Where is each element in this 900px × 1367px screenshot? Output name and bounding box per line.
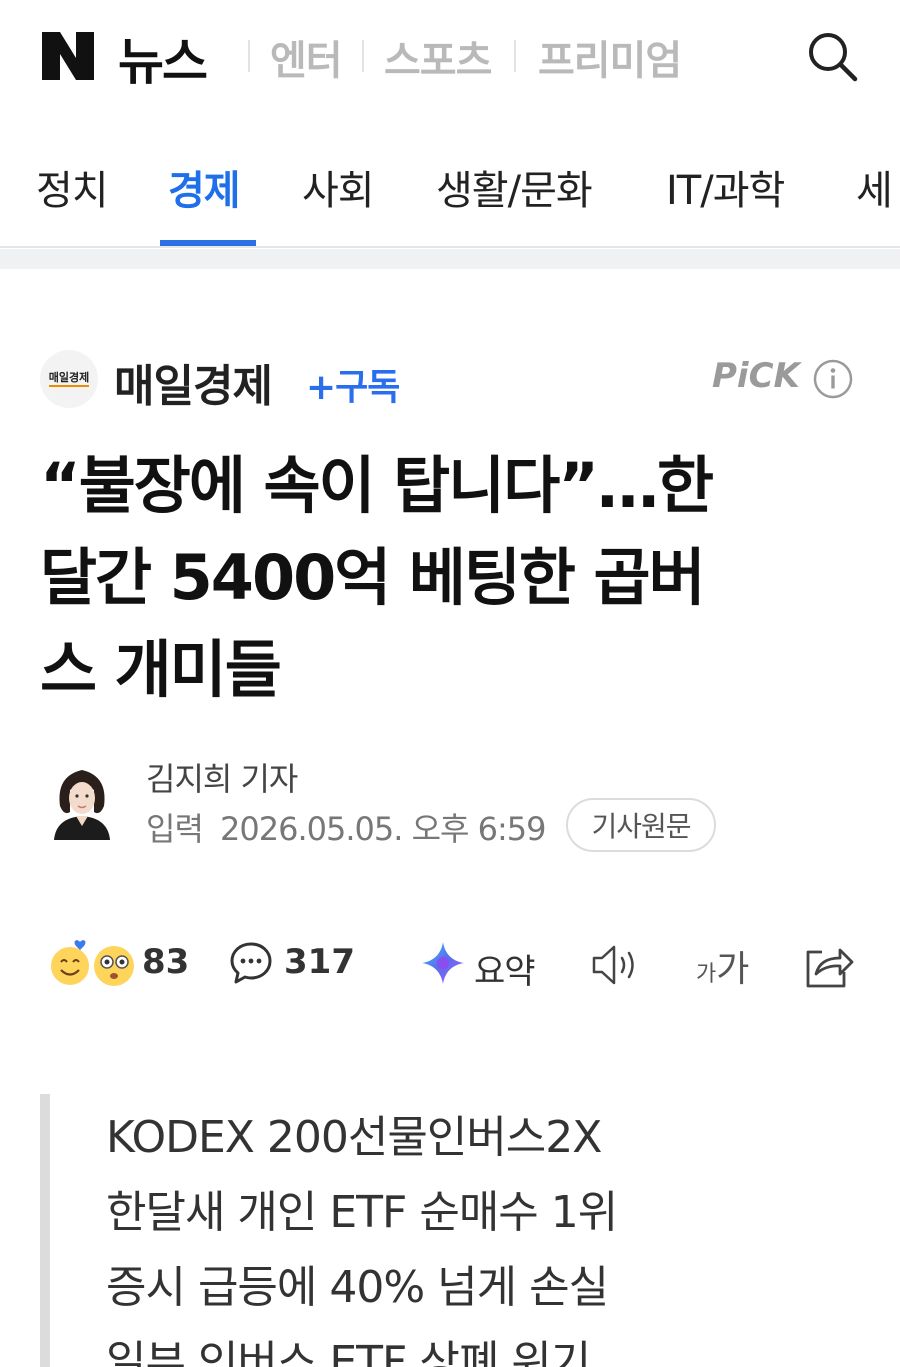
share-icon[interactable] <box>802 940 854 992</box>
section-divider <box>0 249 900 269</box>
summary-line: 증시 급등에 40% 넘게 손실 <box>106 1262 609 1313</box>
font-size-small-label: 가 <box>696 962 717 987</box>
category-nav: 정치 경제 사회 생활/문화 IT/과학 세 <box>0 140 900 248</box>
summary-quote-bar <box>40 1094 50 1367</box>
headline-line: 달간 5400억 베팅한 곱버 <box>40 541 706 614</box>
pick-badge: PiCK <box>712 356 800 396</box>
summary-line: 일부 인버스 ETF 상폐 위기 <box>106 1337 591 1367</box>
article-summary: KODEX 200선물인버스2X 한달새 개인 ETF 순매수 1위 증시 급등… <box>106 1100 866 1367</box>
speaker-icon[interactable] <box>588 940 644 990</box>
tab-economy[interactable]: 경제 <box>168 158 241 216</box>
naver-n-logo[interactable] <box>40 28 96 84</box>
article-headline: “불장에 속이 탑니다”…한 달간 5400억 베팅한 곱버 스 개미들 <box>40 440 870 716</box>
top-header: 뉴스 엔터 스포츠 프리미엄 <box>0 0 900 112</box>
tab-politics[interactable]: 정치 <box>36 158 109 216</box>
section-link-premium[interactable]: 프리미엄 <box>538 28 682 86</box>
press-logo[interactable]: 매일경제 <box>40 350 98 408</box>
comment-icon[interactable] <box>228 940 274 986</box>
headline-line: “불장에 속이 탑니다”…한 <box>40 449 714 522</box>
reaction-count: 83 <box>142 942 190 982</box>
summary-line: 한달새 개인 ETF 순매수 1위 <box>106 1187 618 1238</box>
subscribe-button[interactable]: +구독 <box>306 358 400 410</box>
reaction-emoji-icon[interactable] <box>46 938 138 992</box>
font-size-button[interactable]: 가가 <box>696 940 749 992</box>
reporter-name[interactable]: 김지희 기자 <box>146 754 298 800</box>
tab-world[interactable]: 세 <box>856 158 893 216</box>
sparkle-icon[interactable] <box>420 940 466 986</box>
divider <box>514 40 516 72</box>
publish-date: 2026.05.05. 오후 6:59 <box>220 810 546 848</box>
news-brand[interactable]: 뉴스 <box>118 22 208 94</box>
tab-it-science[interactable]: IT/과학 <box>666 158 785 216</box>
comment-count[interactable]: 317 <box>284 942 355 982</box>
reporter-avatar[interactable] <box>48 760 116 840</box>
font-size-big-label: 가 <box>716 949 750 990</box>
active-tab-indicator <box>160 240 256 246</box>
tab-society[interactable]: 사회 <box>302 158 375 216</box>
divider <box>362 40 364 72</box>
section-link-sports[interactable]: 스포츠 <box>384 28 492 86</box>
section-link-enter[interactable]: 엔터 <box>270 28 343 86</box>
press-logo-text: 매일경제 <box>48 371 90 387</box>
press-name[interactable]: 매일경제 <box>114 350 273 414</box>
info-icon[interactable] <box>812 358 854 400</box>
summary-line: KODEX 200선물인버스2X <box>106 1112 602 1163</box>
summary-button-label[interactable]: 요약 <box>474 944 536 993</box>
date-label: 입력 <box>146 810 204 848</box>
original-article-button[interactable]: 기사원문 <box>566 798 716 852</box>
divider <box>248 40 250 72</box>
headline-line: 스 개미들 <box>40 633 282 706</box>
search-icon[interactable] <box>804 28 860 84</box>
tab-life-culture[interactable]: 생활/문화 <box>436 158 593 216</box>
